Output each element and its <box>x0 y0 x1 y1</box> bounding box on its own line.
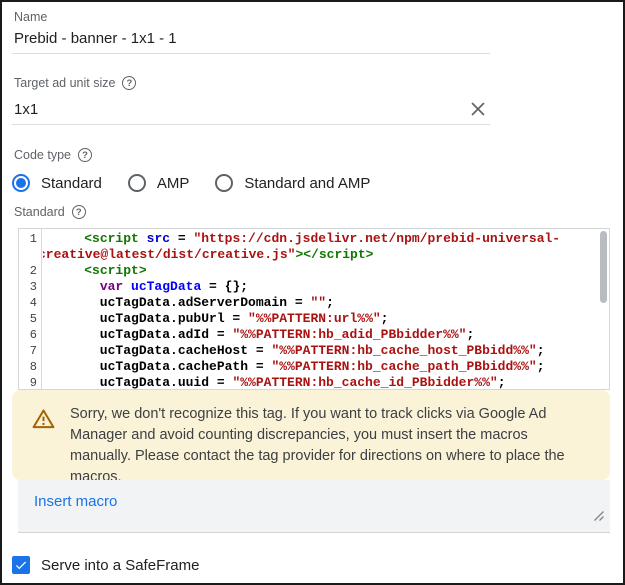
line-number: 3 <box>19 279 41 295</box>
target-size-field-label: Target ad unit size <box>14 76 136 90</box>
tag-warning-banner: Sorry, we don't recognize this tag. If y… <box>12 390 610 480</box>
editor-footer-bar: Insert macro <box>18 480 610 533</box>
name-input[interactable] <box>12 30 490 53</box>
code-line: <script> <box>53 263 601 279</box>
clear-icon[interactable] <box>468 99 488 119</box>
line-number: 2 <box>19 263 41 279</box>
safeframe-label: Serve into a SafeFrame <box>41 557 199 574</box>
standard-section-label: Standard <box>14 205 86 219</box>
insert-macro-link[interactable]: Insert macro <box>34 493 117 510</box>
target-size-input[interactable] <box>12 101 490 124</box>
target-size-label-text: Target ad unit size <box>14 76 115 90</box>
radio-standard-and-amp[interactable]: Standard and AMP <box>215 174 370 192</box>
radio-amp[interactable]: AMP <box>128 174 190 192</box>
line-number-gutter: 1 23456789 <box>19 229 42 389</box>
line-number: 9 <box>19 375 41 391</box>
code-line: creative@latest/dist/creative.js"></scri… <box>43 247 601 263</box>
resize-handle-icon[interactable] <box>591 508 605 527</box>
editor-scrollbar-thumb[interactable] <box>600 231 607 303</box>
code-line: ucTagData.adId = "%%PATTERN:hb_adid_PBbi… <box>53 327 601 343</box>
help-icon[interactable] <box>78 148 92 162</box>
code-type-radio-group: Standard AMP Standard and AMP <box>12 174 370 192</box>
warning-icon <box>32 408 55 467</box>
code-line: ucTagData.uuid = "%%PATTERN:hb_cache_id_… <box>53 375 601 389</box>
line-number <box>19 247 41 263</box>
code-line: var ucTagData = {}; <box>53 279 601 295</box>
code-line: ucTagData.adServerDomain = ""; <box>53 295 601 311</box>
line-number: 4 <box>19 295 41 311</box>
line-number: 7 <box>19 343 41 359</box>
radio-label: AMP <box>157 175 190 192</box>
line-number: 5 <box>19 311 41 327</box>
code-editor[interactable]: 1 23456789 <script src = "https://cdn.jsd… <box>18 228 610 390</box>
warning-message: Sorry, we don't recognize this tag. If y… <box>70 403 575 467</box>
help-icon[interactable] <box>72 205 86 219</box>
radio-standard[interactable]: Standard <box>12 174 102 192</box>
safeframe-row: Serve into a SafeFrame <box>12 556 199 574</box>
name-field <box>12 30 490 54</box>
code-content: <script src = "https://cdn.jsdelivr.net/… <box>43 229 609 389</box>
help-icon[interactable] <box>122 76 136 90</box>
radio-circle-icon[interactable] <box>12 174 30 192</box>
code-line: ucTagData.cachePath = "%%PATTERN:hb_cach… <box>53 359 601 375</box>
line-number: 6 <box>19 327 41 343</box>
creative-settings-panel: Name Target ad unit size Code type Stand… <box>0 0 625 585</box>
code-line: <script src = "https://cdn.jsdelivr.net/… <box>53 231 601 247</box>
code-type-field-label: Code type <box>14 148 92 162</box>
line-number: 8 <box>19 359 41 375</box>
radio-label: Standard <box>41 175 102 192</box>
name-field-label: Name <box>14 10 47 24</box>
line-number: 1 <box>19 231 41 247</box>
code-line: ucTagData.cacheHost = "%%PATTERN:hb_cach… <box>53 343 601 359</box>
standard-label-text: Standard <box>14 205 65 219</box>
name-label-text: Name <box>14 10 47 24</box>
code-type-label-text: Code type <box>14 148 71 162</box>
radio-label: Standard and AMP <box>244 175 370 192</box>
code-line: ucTagData.pubUrl = "%%PATTERN:url%%"; <box>53 311 601 327</box>
radio-circle-icon[interactable] <box>215 174 233 192</box>
target-size-field <box>12 101 490 125</box>
safeframe-checkbox[interactable] <box>12 556 30 574</box>
radio-circle-icon[interactable] <box>128 174 146 192</box>
